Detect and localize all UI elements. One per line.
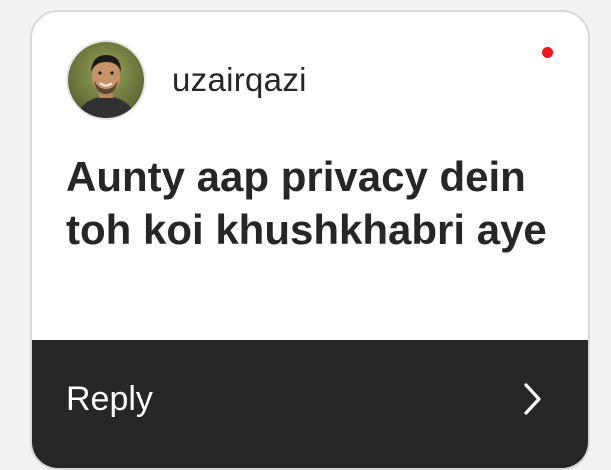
comment-text: Aunty aap privacy dein toh koi khushkhab…	[66, 153, 547, 253]
avatar[interactable]	[66, 40, 146, 120]
red-dot-icon	[542, 47, 553, 58]
chevron-right-icon	[524, 383, 541, 415]
comment-header: uzairqazi	[66, 40, 307, 120]
avatar-photo-icon	[68, 42, 144, 118]
reply-button[interactable]: Reply	[32, 340, 588, 468]
reply-label: Reply	[66, 380, 153, 418]
comment-card: uzairqazi Aunty aap privacy dein toh koi…	[30, 10, 590, 470]
username[interactable]: uzairqazi	[172, 61, 307, 99]
